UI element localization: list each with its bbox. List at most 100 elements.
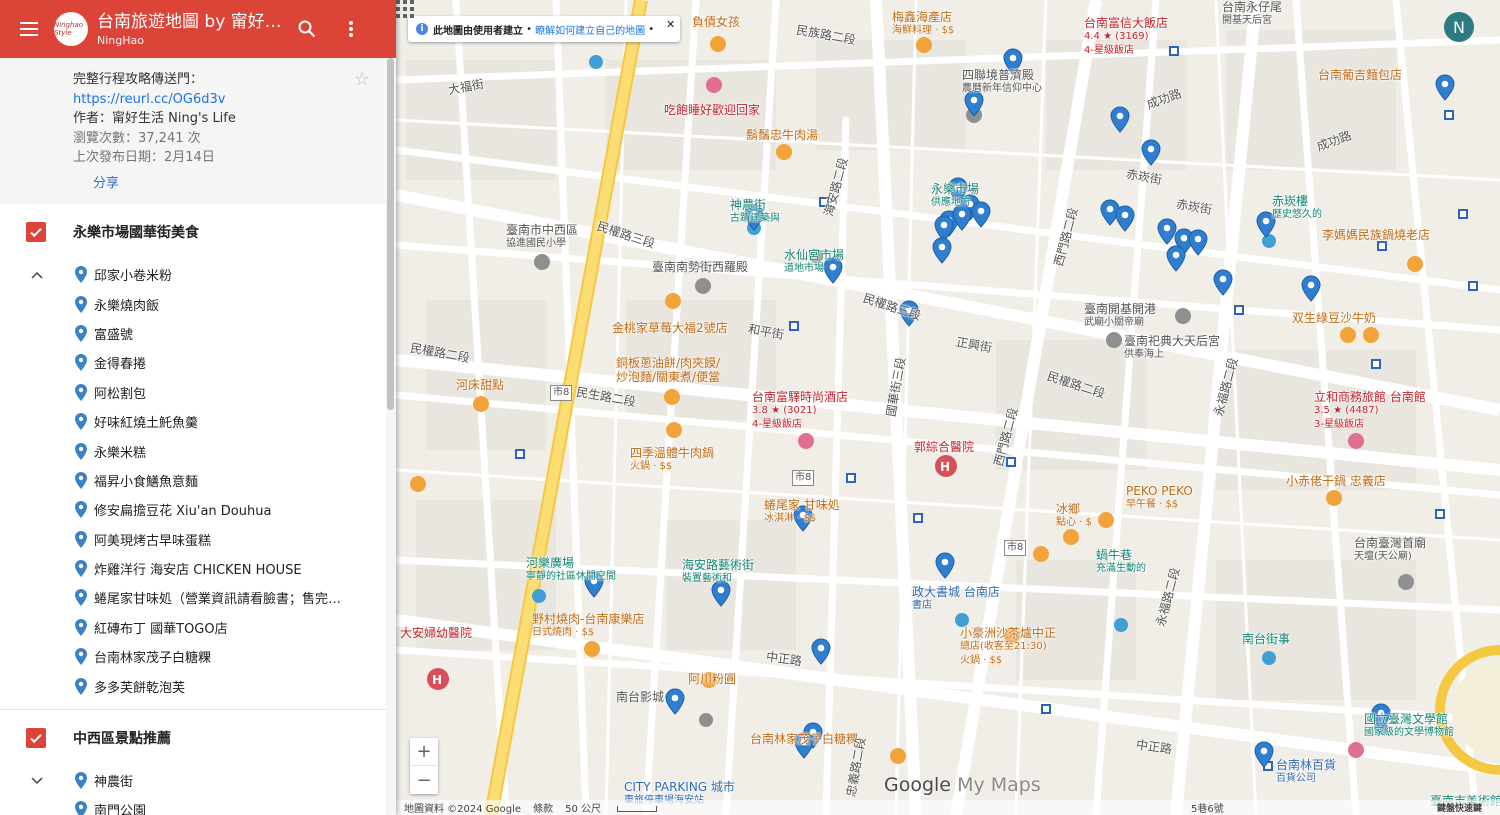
poi-label[interactable]: 負債女孩 — [692, 15, 740, 29]
place-list-item[interactable]: 金得春捲 — [0, 348, 386, 377]
scrollbar-thumb[interactable] — [387, 58, 394, 410]
poi-label[interactable]: 小豪洲沙茶爐中正 總店(收客至21:30) 火鍋 · $$ — [960, 626, 1056, 668]
search-icon[interactable] — [285, 0, 329, 58]
poi-label[interactable]: 政大書城 台南店 書店 — [912, 585, 1000, 613]
poi-label[interactable]: 郭綜合醫院 — [914, 440, 974, 454]
poi-label[interactable]: 台南林百貨 百貨公司 — [1276, 758, 1336, 786]
hamburger-menu-icon[interactable] — [0, 0, 58, 58]
panel-scrollbar[interactable] — [386, 58, 396, 815]
place-list-item[interactable]: 好味紅燒土魠魚羹 — [0, 407, 386, 436]
learn-create-map-link[interactable]: 瞭解如何建立自己的地圖 — [535, 22, 645, 37]
poi-label[interactable]: 李媽媽民族鍋燒老店 — [1322, 228, 1430, 242]
place-pin-marker[interactable] — [1435, 74, 1455, 101]
zoom-in-button[interactable]: + — [410, 738, 438, 766]
map-canvas[interactable]: H H 負債女孩 梅鑫海產店 海鮮料理 · $$ 台南富信大飯店 4.4 ★ (… — [396, 0, 1500, 815]
poi-label[interactable]: 金桃家草莓大福2號店 — [612, 321, 728, 335]
hotel-label[interactable]: 台南富信大飯店 4.4 ★ (3169) 4-星級飯店 — [1084, 16, 1168, 58]
poi-label[interactable]: 河床甜點 — [456, 378, 504, 392]
hotel-label[interactable]: 台南富驛時尚酒店 3.8 ★ (3021) 4-星級飯店 — [752, 390, 848, 432]
zoom-out-button[interactable]: − — [410, 766, 438, 794]
poi-label[interactable]: 吃飽睡好歡迎回家 — [664, 103, 760, 117]
apps-grid-icon[interactable] — [396, 0, 414, 18]
poi-label[interactable]: 蜷尾家 甘味処 冰淇淋 · $$ — [764, 498, 840, 526]
place-pin-marker[interactable] — [811, 638, 831, 665]
place-list-item[interactable]: 邱家小卷米粉 — [0, 260, 386, 289]
place-pin-marker[interactable] — [1188, 229, 1208, 256]
poi-label[interactable]: 野村燒肉-台南康樂店 日式燒肉 · $$ — [532, 612, 644, 640]
poi-label[interactable]: 神農街 古蹟建築與 — [730, 198, 780, 226]
share-button[interactable]: 分享 — [93, 174, 119, 194]
place-pin-marker[interactable] — [935, 552, 955, 579]
poi-label[interactable]: 臺南祀典大天后宮 供奉海上 — [1124, 334, 1220, 362]
place-pin-marker[interactable] — [665, 688, 685, 715]
place-pin-marker[interactable] — [1166, 245, 1186, 272]
poi-label[interactable]: 臺南南勢街西羅殿 — [652, 260, 748, 274]
poi-label[interactable]: 永樂市場 供應地方 — [931, 182, 979, 210]
place-list-item[interactable]: 炸雞洋行 海安店 CHICKEN HOUSE — [0, 554, 386, 583]
poi-label[interactable]: 臺南市中西區 協進國民小學 — [506, 223, 578, 251]
place-list-item[interactable]: 福昇小食鱔魚意麵 — [0, 466, 386, 495]
poi-label[interactable]: 鬍鬚忠牛肉湯 — [746, 128, 818, 142]
chevron-down-icon[interactable] — [28, 776, 46, 785]
place-list-item[interactable]: 阿松割包 — [0, 378, 386, 407]
poi-label[interactable]: 四季溫體牛肉鍋 火鍋 · $$ — [630, 446, 714, 474]
poi-label[interactable]: 國立臺灣文學館 國家級的文學博物館 — [1364, 712, 1454, 740]
poi-label[interactable]: 海安路藝術街 裝置藝術和 — [682, 558, 754, 586]
layer-name[interactable]: 永樂市場國華街美食 — [73, 222, 199, 242]
place-pin-marker[interactable] — [934, 215, 954, 242]
poi-label[interactable]: 四聯境普濟殿 農曆新年信仰中心 — [962, 68, 1042, 96]
poi-label[interactable]: 臺南開基開港 武廟小關帝廟 — [1084, 302, 1156, 330]
poi-label[interactable]: PEKO PEKO 早午餐 · $$ — [1126, 484, 1193, 512]
poi-label[interactable]: 台南永仔尾 開基天后宮 — [1222, 0, 1282, 28]
poi-label[interactable]: 蝸牛巷 充滿生動的 — [1096, 548, 1146, 576]
poi-label[interactable]: 冰鄉 點心 · $ — [1056, 502, 1092, 530]
poi-label[interactable]: 銅板蔥油餅/肉夾饃/炒泡麵/關東煮/便當 — [616, 356, 720, 384]
itinerary-link[interactable]: https://reurl.cc/OG6d3v — [73, 92, 225, 107]
place-list-item[interactable]: 神農街 — [0, 766, 386, 795]
close-icon[interactable]: ✕ — [666, 18, 675, 31]
poi-label[interactable]: 赤崁樓 歷史悠久的 — [1272, 194, 1322, 222]
poi-label[interactable]: 小赤佬干鍋 忠義店 — [1286, 474, 1386, 488]
place-list-item[interactable]: 南門公園 — [0, 795, 386, 815]
star-icon[interactable]: ☆ — [354, 70, 370, 90]
layer-checkbox[interactable] — [26, 222, 46, 242]
place-list-item[interactable]: 紅磚布丁 國華TOGO店 — [0, 613, 386, 642]
user-avatar[interactable]: N — [1444, 12, 1474, 42]
place-pin-marker[interactable] — [932, 237, 952, 264]
place-list-item[interactable]: 修安扁擔豆花 Xiu'an Douhua — [0, 495, 386, 524]
poi-label[interactable]: 河樂廣場 寧靜的社區休閒空間 — [526, 556, 616, 584]
place-pin-marker[interactable] — [1213, 269, 1233, 296]
poi-label[interactable]: 台南林家茂子白糖粿 — [750, 732, 858, 746]
layer-checkbox[interactable] — [26, 727, 46, 748]
place-list-item[interactable]: 蜷尾家甘味処（營業資訊請看臉書；售完為止） — [0, 583, 386, 612]
place-list-item[interactable]: 永樂燒肉飯 — [0, 289, 386, 318]
poi-label[interactable]: 南台影城 — [616, 690, 664, 704]
poi-label[interactable]: 双生綠豆沙牛奶 — [1292, 311, 1376, 325]
poi-label[interactable]: 台南葡吉麵包店 — [1318, 68, 1402, 82]
poi-label[interactable]: 大安婦幼醫院 — [400, 626, 472, 640]
place-list-item[interactable]: 永樂米糕 — [0, 436, 386, 465]
place-pin-marker[interactable] — [1115, 205, 1135, 232]
poi-label[interactable]: 梅鑫海產店 海鮮料理 · $$ — [892, 10, 954, 38]
place-list-item[interactable]: 多多芙餅乾泡芙 — [0, 671, 386, 700]
keyboard-shortcuts-link[interactable]: 鍵盤快速鍵 — [1437, 801, 1482, 814]
poi-label[interactable]: 台南臺灣首廟 天壇(天公廟) — [1354, 536, 1426, 564]
poi-label[interactable]: 阿川粉圓 — [688, 672, 736, 686]
place-pin-marker[interactable] — [1157, 218, 1177, 245]
place-pin-marker[interactable] — [1254, 741, 1274, 768]
place-pin-marker[interactable] — [1110, 106, 1130, 133]
place-list-item[interactable]: 阿美現烤古早味蛋糕 — [0, 525, 386, 554]
place-pin-marker[interactable] — [1301, 275, 1321, 302]
place-pin-marker[interactable] — [1141, 139, 1161, 166]
poi-label[interactable]: 南台街事 — [1242, 632, 1290, 646]
poi-label[interactable]: 水仙宮市場 道地市場 — [784, 248, 844, 276]
layer-name[interactable]: 中西區景點推薦 — [73, 728, 171, 748]
terms-link[interactable]: 條款 — [533, 800, 553, 815]
hotel-label[interactable]: 立和商務旅館 台南館 3.5 ★ (4487) 3-星級飯店 — [1314, 390, 1426, 432]
panel-body[interactable]: 完整行程攻略傳送門： https://reurl.cc/OG6d3v 作者：甯好… — [0, 58, 386, 815]
place-list-item[interactable]: 台南林家茂子白糖粿 — [0, 642, 386, 671]
place-list-item[interactable]: 富盛號 — [0, 319, 386, 348]
scale-bar[interactable]: 50 公尺 — [565, 800, 669, 815]
chevron-up-icon[interactable] — [28, 271, 46, 279]
more-options-icon[interactable] — [329, 0, 373, 58]
